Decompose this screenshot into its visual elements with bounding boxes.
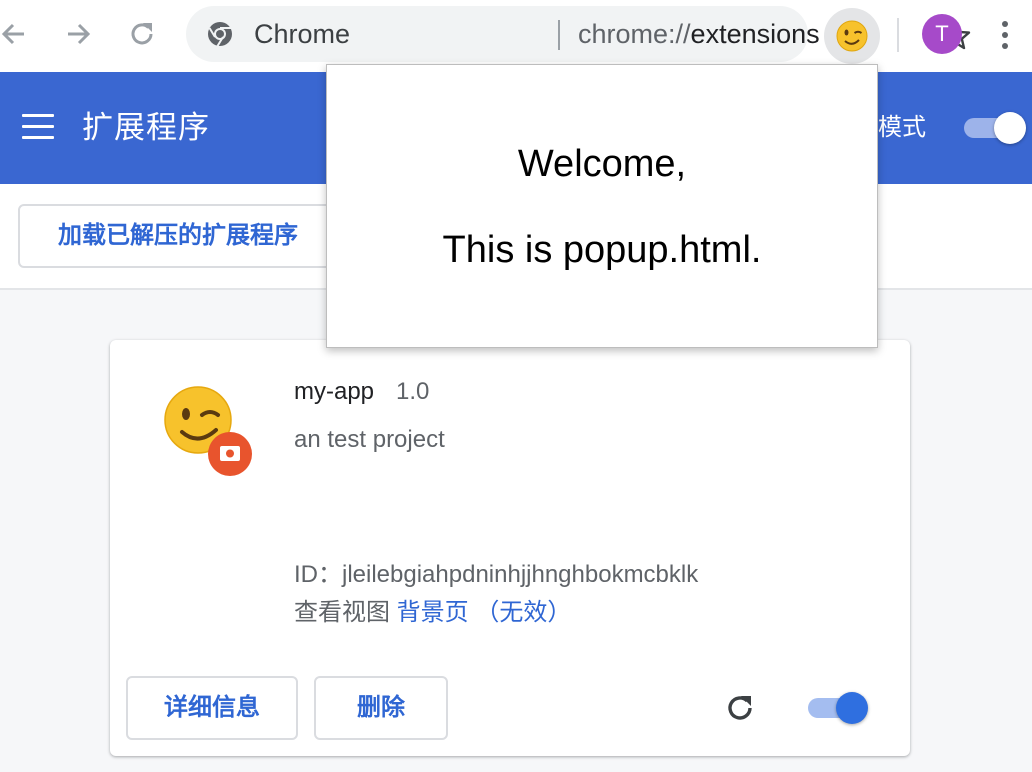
extension-id: ID：jleilebgiahpdninhjjhnghbokmcbklk (294, 554, 698, 589)
toolbar-separator (897, 18, 899, 52)
extension-enable-toggle-knob (836, 692, 868, 724)
popup-welcome-text: Welcome, (517, 143, 687, 185)
extension-version: 1.0 (396, 378, 430, 405)
extension-description: an test project (294, 426, 445, 453)
extension-action-button[interactable] (824, 8, 880, 64)
inspect-views: 查看视图 背景页 （无效） (294, 592, 571, 627)
extension-id-label: ID： (294, 561, 342, 588)
three-dots-icon[interactable] (990, 16, 1020, 54)
url-text: chrome://extensions (578, 6, 820, 62)
reload-extension-icon[interactable] (722, 690, 758, 726)
remove-button[interactable]: 删除 (314, 676, 448, 740)
load-unpacked-button[interactable]: 加载已解压的扩展程序 (18, 204, 338, 268)
browser-toolbar: Chrome chrome://extensions T (0, 0, 1032, 72)
arrow-left-icon (1, 23, 24, 45)
extension-card: my-app 1.0 an test project ID：jleilebgia… (110, 340, 910, 756)
reload-button[interactable] (118, 10, 166, 58)
winking-face-icon (836, 20, 868, 52)
chrome-logo-icon (208, 22, 232, 47)
hamburger-menu-icon[interactable] (22, 114, 54, 140)
popup-body-text: This is popup.html. (442, 229, 762, 271)
omnibox-divider (558, 20, 560, 50)
omnibox[interactable]: Chrome chrome://extensions (186, 6, 971, 62)
extension-enable-toggle[interactable] (806, 692, 872, 724)
developer-mode-toggle-knob (994, 112, 1026, 144)
back-button[interactable] (0, 10, 38, 58)
extension-id-value: jleilebgiahpdninhjjhnghbokmcbklk (342, 561, 699, 588)
extension-icon (164, 386, 252, 476)
inspect-views-label: 查看视图 (294, 599, 390, 626)
page-title: 扩展程序 (82, 110, 210, 145)
background-page-link[interactable]: 背景页 （无效） (397, 599, 572, 626)
extension-popup: Welcome, This is popup.html. (326, 64, 878, 348)
site-chip: Chrome (254, 19, 351, 49)
url-scheme: chrome:// (578, 19, 691, 49)
developer-mode-toggle[interactable] (962, 112, 1028, 144)
avatar[interactable]: T (922, 14, 962, 54)
arrow-right-icon (68, 23, 91, 45)
details-button[interactable]: 详细信息 (126, 676, 298, 740)
url-path: extensions (690, 19, 820, 49)
forward-button[interactable] (54, 10, 102, 58)
extension-name: my-app (294, 378, 375, 405)
reload-icon (131, 23, 153, 45)
